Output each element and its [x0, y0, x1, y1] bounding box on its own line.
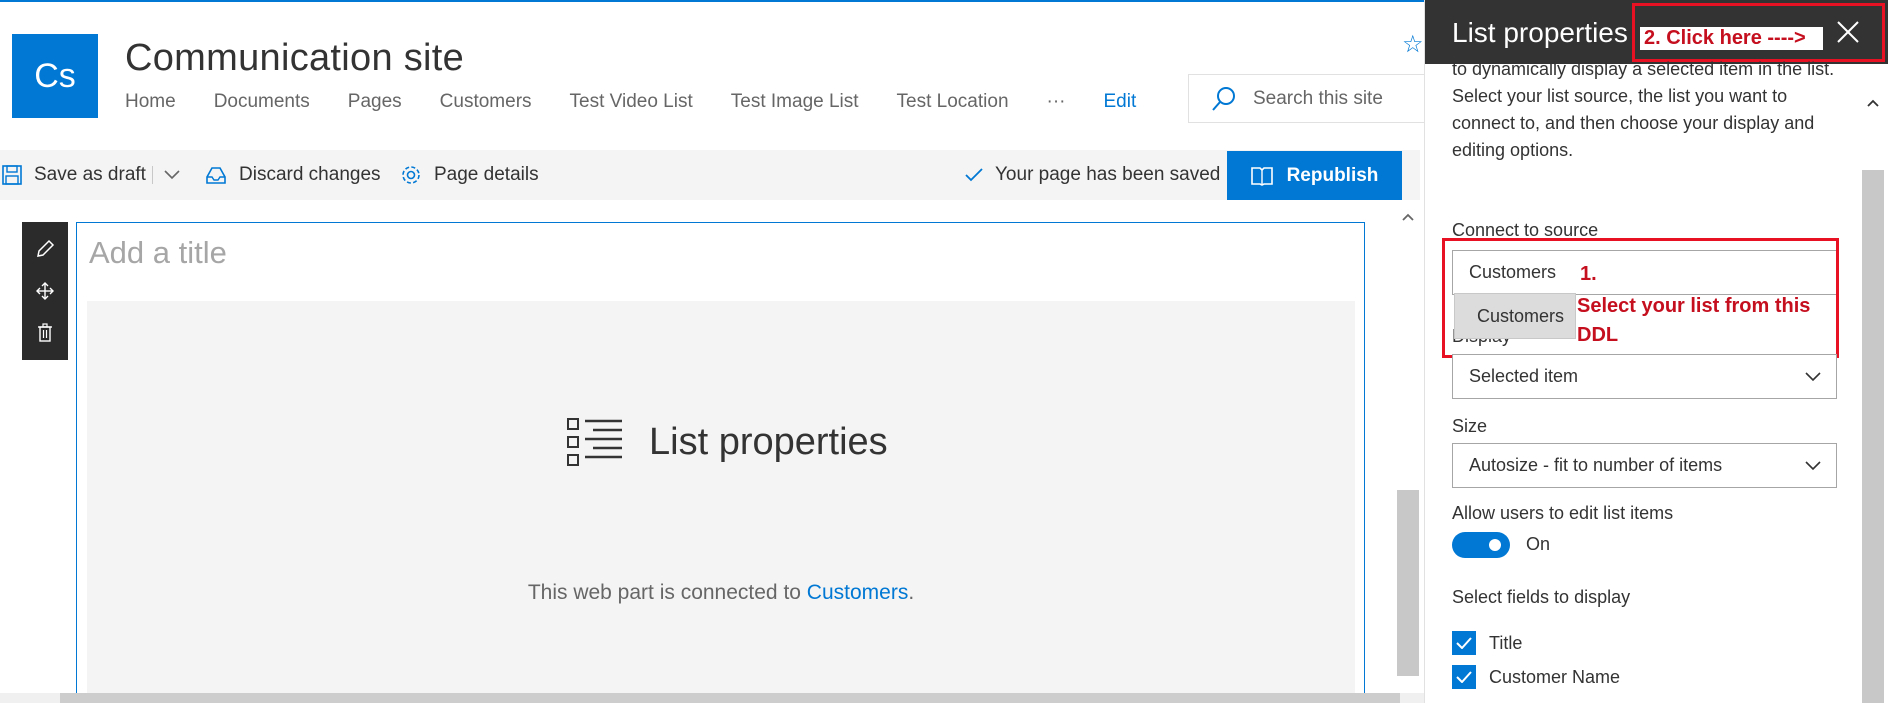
nav-item-pages[interactable]: Pages	[348, 91, 402, 113]
close-icon[interactable]	[1834, 18, 1862, 46]
property-pane-title: List properties	[1452, 17, 1628, 48]
connected-list-link[interactable]: Customers	[807, 581, 909, 604]
save-icon	[2, 165, 22, 185]
save-options-dropdown[interactable]	[163, 150, 181, 200]
chevron-down-icon	[1805, 461, 1821, 471]
nav-edit-link[interactable]: Edit	[1104, 91, 1137, 113]
size-value: Autosize - fit to number of items	[1469, 455, 1723, 475]
toggle-state-label: On	[1526, 534, 1551, 554]
webpart-placeholder-header: List properties	[567, 417, 888, 467]
site-logo[interactable]: Cs	[12, 34, 98, 118]
canvas-scrollbar-thumb[interactable]	[1397, 490, 1419, 676]
star-icon[interactable]: ☆	[1402, 30, 1424, 59]
page-title-input[interactable]: Add a title	[89, 235, 227, 271]
save-status-text: Your page has been saved	[995, 164, 1221, 185]
nav-item-test-video-list[interactable]: Test Video List	[570, 91, 693, 113]
allow-edit-label: Allow users to edit list items	[1452, 503, 1674, 523]
list-icon	[567, 418, 622, 466]
site-title[interactable]: Communication site	[125, 37, 464, 80]
field-checkbox-title[interactable]	[1452, 631, 1476, 655]
chevron-down-icon	[1805, 372, 1821, 382]
site-logo-initials: Cs	[34, 56, 76, 95]
webpart-title: List properties	[649, 420, 888, 463]
move-icon[interactable]	[35, 281, 55, 301]
allow-edit-toggle[interactable]	[1452, 532, 1510, 558]
field-checkbox-customer-name[interactable]	[1452, 665, 1476, 689]
display-dropdown[interactable]: Selected item	[1452, 354, 1837, 399]
field-label-title: Title	[1489, 633, 1523, 653]
gear-icon	[402, 166, 420, 184]
page-canvas: Add a title List properties This web par…	[76, 222, 1365, 703]
save-draft-button[interactable]: Save as draft	[2, 150, 146, 200]
connection-message-prefix: This web part is connected to	[527, 581, 807, 604]
display-value: Selected item	[1469, 366, 1579, 386]
toolbar-divider	[152, 166, 153, 184]
search-icon	[1212, 86, 1235, 111]
property-pane: List properties 2. Click here ----> to d…	[1424, 0, 1888, 703]
annotation-step2-label: 2. Click here ---->	[1640, 27, 1823, 50]
checkmark-icon	[965, 168, 983, 182]
save-status: Your page has been saved	[965, 150, 1220, 200]
discard-changes-button[interactable]: Discard changes	[205, 150, 381, 200]
republish-label: Republish	[1286, 164, 1379, 186]
nav-item-home[interactable]: Home	[125, 91, 176, 113]
connection-message-suffix: .	[908, 581, 915, 604]
site-navigation: Home Documents Pages Customers Test Vide…	[125, 90, 1174, 114]
nav-item-test-image-list[interactable]: Test Image List	[731, 91, 859, 113]
webpart-connection-message: This web part is connected to Customers.	[87, 581, 1355, 605]
pencil-icon[interactable]	[35, 239, 55, 259]
book-icon	[1250, 166, 1273, 186]
discard-changes-label: Discard changes	[239, 164, 381, 185]
nav-item-test-location[interactable]: Test Location	[897, 91, 1009, 113]
annotation-step1-text: Select your list from this DDL	[1577, 295, 1811, 346]
select-fields-label: Select fields to display	[1452, 587, 1631, 607]
webpart-edit-toolbar	[22, 222, 68, 360]
checkmark-icon	[1456, 671, 1472, 683]
property-pane-scrollbar-thumb[interactable]	[1862, 170, 1884, 703]
chevron-down-icon	[164, 170, 180, 180]
chevron-up-icon	[1402, 213, 1414, 221]
field-label-customer-name: Customer Name	[1489, 667, 1621, 687]
search-input[interactable]	[1253, 87, 1423, 110]
property-pane-header: List properties 2. Click here ---->	[1425, 0, 1888, 64]
republish-button[interactable]: Republish	[1227, 151, 1402, 200]
nav-item-customers[interactable]: Customers	[440, 91, 532, 113]
nav-item-documents[interactable]: Documents	[214, 91, 310, 113]
page-details-button[interactable]: Page details	[400, 150, 539, 200]
list-properties-webpart[interactable]: List properties This web part is connect…	[87, 301, 1355, 703]
toggle-knob	[1489, 539, 1501, 551]
save-draft-label: Save as draft	[34, 164, 146, 185]
page-details-label: Page details	[434, 164, 539, 185]
horizontal-scrollbar-thumb[interactable]	[60, 693, 1400, 703]
size-dropdown[interactable]: Autosize - fit to number of items	[1452, 443, 1837, 488]
search-box[interactable]	[1188, 74, 1424, 123]
nav-more-button[interactable]: ···	[1047, 91, 1066, 113]
checkmark-icon	[1456, 637, 1472, 649]
size-label: Size	[1452, 416, 1488, 436]
trash-icon[interactable]	[35, 323, 55, 343]
discard-icon	[206, 167, 226, 184]
chevron-up-icon	[1867, 99, 1879, 107]
property-pane-description: to dynamically display a selected item i…	[1452, 59, 1835, 160]
annotation-step1-number: 1.	[1580, 263, 1597, 285]
